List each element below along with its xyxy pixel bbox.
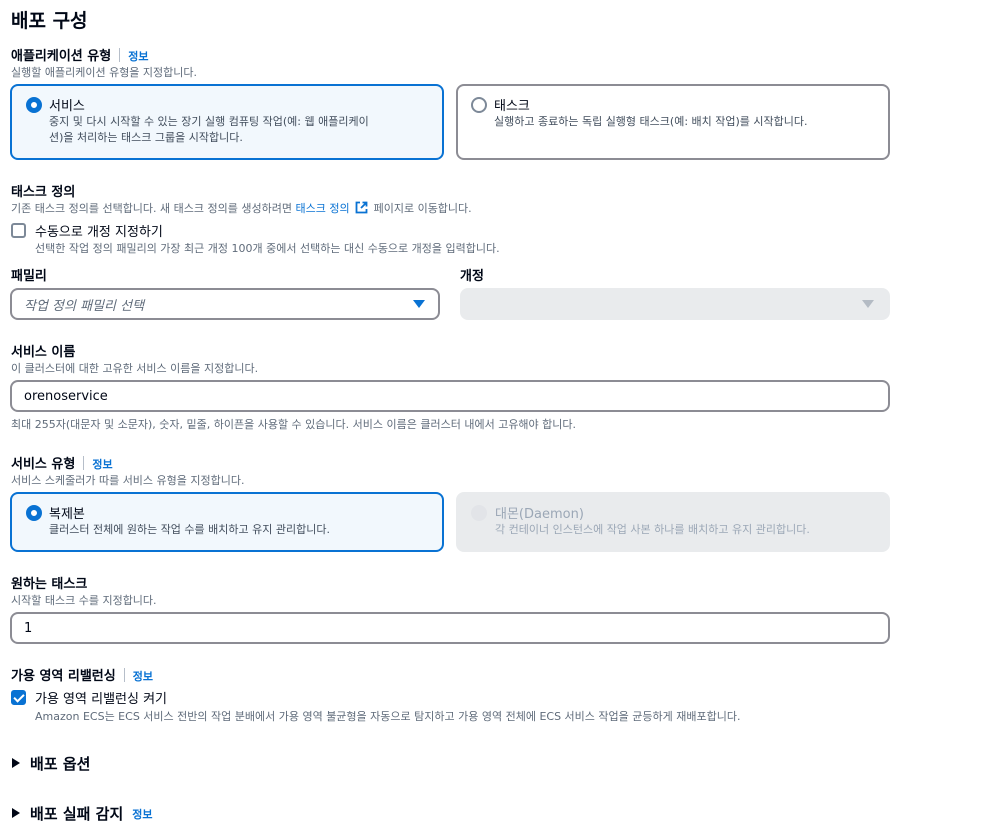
divider (123, 668, 125, 682)
az-rebalancing-info-link[interactable]: 정보 (133, 670, 153, 683)
divider (83, 456, 85, 470)
daemon-tile-description: 각 컨테이너 인스턴스에 작업 사본 하나를 배치하고 유지 관리합니다. (495, 523, 810, 536)
deployment-failure-detection-expander[interactable]: 배포 실패 감지 정보 (12, 803, 153, 824)
service-type-daemon-tile: 대몬(Daemon) 각 컨테이너 인스턴스에 작업 사본 하나를 배치하고 유… (456, 492, 890, 552)
desired-tasks-label: 원하는 태스크 (11, 577, 88, 592)
daemon-tile-title: 대몬(Daemon) (495, 507, 584, 522)
manual-revision-checkbox[interactable] (11, 223, 26, 238)
deployment-options-expander[interactable]: 배포 옵션 (12, 753, 90, 774)
divider (119, 48, 121, 62)
replica-tile-title: 복제본 (49, 507, 85, 522)
app-type-label: 애플리케이션 유형 (11, 49, 112, 64)
daemon-radio (471, 505, 487, 521)
service-name-input[interactable]: orenoservice (10, 380, 890, 412)
desired-tasks-value: 1 (24, 620, 33, 636)
service-type-replica-tile[interactable]: 복제본 클러스터 전체에 원하는 작업 수를 배치하고 유지 관리합니다. (10, 492, 444, 552)
az-rebalancing-checkbox-label[interactable]: 가용 영역 리밸런싱 켜기 (35, 688, 167, 707)
task-definition-description-suffix: 페이지로 이동합니다. (373, 202, 472, 215)
task-definition-description: 기존 태스크 정의를 선택합니다. 새 태스크 정의를 생성하려면 태스크 정의… (11, 200, 472, 216)
desired-tasks-input[interactable]: 1 (10, 612, 890, 644)
caret-right-icon (12, 808, 20, 818)
family-select-placeholder: 작업 정의 패밀리 선택 (24, 298, 145, 314)
desired-tasks-description: 시작할 태스크 수를 지정합니다. (11, 594, 157, 607)
revision-select (460, 288, 890, 320)
task-tile-title: 태스크 (494, 99, 530, 114)
caret-down-icon (413, 300, 425, 308)
az-rebalancing-checkbox[interactable] (11, 690, 26, 705)
service-radio[interactable] (26, 97, 42, 113)
manual-revision-description: 선택한 작업 정의 패밀리의 가장 최근 개정 100개 중에서 선택하는 대신… (35, 242, 500, 255)
service-type-description: 서비스 스케줄러가 따를 서비스 유형을 지정합니다. (11, 474, 245, 487)
family-select[interactable]: 작업 정의 패밀리 선택 (10, 288, 440, 320)
deployment-options-title: 배포 옵션 (30, 755, 91, 773)
deployment-failure-detection-title: 배포 실패 감지 (30, 805, 124, 823)
external-link-icon[interactable] (355, 201, 368, 214)
az-rebalancing-header: 가용 영역 리밸런싱 정보 (11, 665, 153, 684)
task-definition-description-text: 기존 태스크 정의를 선택합니다. 새 태스크 정의를 생성하려면 (11, 202, 292, 215)
revision-label: 개정 (460, 269, 484, 284)
manual-revision-label[interactable]: 수동으로 개정 지정하기 (35, 221, 163, 240)
service-type-info-link[interactable]: 정보 (92, 458, 112, 471)
service-tile-title: 서비스 (49, 99, 85, 114)
service-tile-description-line1: 중지 및 다시 시작할 수 있는 장기 실행 컴퓨팅 작업(예: 웹 애플리케이 (49, 115, 369, 128)
app-type-service-tile[interactable]: 서비스 중지 및 다시 시작할 수 있는 장기 실행 컴퓨팅 작업(예: 웹 애… (10, 84, 444, 160)
service-name-constraint: 최대 255자(대문자 및 소문자), 숫자, 밑줄, 하이픈을 사용할 수 있… (11, 418, 577, 431)
service-type-header: 서비스 유형 정보 (11, 453, 113, 472)
caret-right-icon (12, 758, 20, 768)
app-type-task-tile[interactable]: 태스크 실행하고 종료하는 독립 실행형 태스크(예: 배치 작업)를 시작합니… (456, 84, 890, 160)
az-rebalancing-checkbox-description: Amazon ECS는 ECS 서비스 전반의 작업 분배에서 가용 영역 불균… (35, 710, 741, 723)
app-type-header: 애플리케이션 유형 정보 (11, 45, 148, 64)
replica-radio[interactable] (26, 505, 42, 521)
caret-down-icon (862, 300, 874, 308)
app-type-info-link[interactable]: 정보 (128, 50, 148, 63)
app-type-description: 실행할 애플리케이션 유형을 지정합니다. (11, 66, 198, 79)
family-label: 패밀리 (11, 269, 47, 284)
task-definition-link[interactable]: 태스크 정의 (295, 202, 349, 215)
task-definition-label: 태스크 정의 (11, 185, 76, 200)
service-tile-description-line2: 션)을 처리하는 태스크 그룹을 시작합니다. (49, 131, 243, 144)
deployment-failure-detection-info-link[interactable]: 정보 (132, 808, 152, 821)
service-name-value: orenoservice (24, 388, 108, 404)
service-name-description: 이 클러스터에 대한 고유한 서비스 이름을 지정합니다. (11, 362, 259, 375)
task-radio[interactable] (471, 97, 487, 113)
service-type-label: 서비스 유형 (11, 457, 76, 472)
page-title: 배포 구성 (11, 10, 88, 32)
az-rebalancing-label: 가용 영역 리밸런싱 (11, 669, 116, 684)
task-tile-description: 실행하고 종료하는 독립 실행형 태스크(예: 배치 작업)를 시작합니다. (494, 115, 808, 128)
service-name-label: 서비스 이름 (11, 345, 76, 360)
replica-tile-description: 클러스터 전체에 원하는 작업 수를 배치하고 유지 관리합니다. (49, 523, 330, 536)
